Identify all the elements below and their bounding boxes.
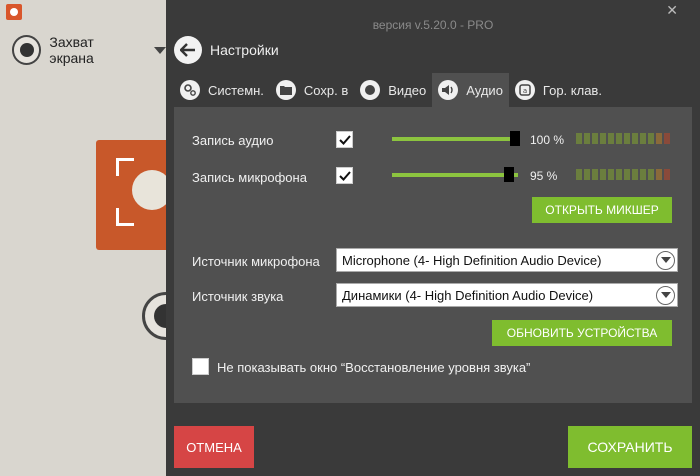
tab-system[interactable]: Системн. (174, 73, 270, 107)
record-audio-checkbox[interactable] (336, 131, 353, 148)
hide-restore-checkbox[interactable] (192, 358, 209, 375)
mic-source-label: Источник микрофона (192, 254, 320, 269)
version-label: версия v.5.20.0 - PRO (372, 18, 494, 32)
capture-mode-label: Захват экрана (49, 34, 94, 66)
record-mic-volume-slider[interactable] (392, 167, 518, 182)
tab-label: Системн. (208, 82, 264, 98)
gear-icon (180, 80, 200, 100)
checkmark-icon (339, 171, 351, 181)
tab-save-to[interactable]: Сохр. в (270, 73, 354, 107)
dialog-header: Настройки (174, 36, 279, 64)
refresh-devices-button[interactable]: ОБНОВИТЬ УСТРОЙСТВА (492, 320, 672, 346)
mic-source-select[interactable]: Microphone (4- High Definition Audio Dev… (336, 248, 678, 272)
record-mic-checkbox[interactable] (336, 167, 353, 184)
audio-settings-panel: Запись аудио 100 % Запись микрофона 95 %… (174, 107, 692, 403)
tab-hotkeys[interactable]: a Гор. клав. (509, 73, 608, 107)
cancel-button[interactable]: ОТМЕНА (174, 426, 254, 468)
speaker-icon (438, 80, 459, 100)
record-icon (12, 35, 42, 65)
settings-dialog: версия v.5.20.0 - PRO ✕ Настройки Систем… (166, 0, 700, 476)
hotkey-icon: a (514, 80, 535, 100)
folder-icon (275, 80, 296, 100)
hide-restore-label: Не показывать окно “Восстановление уровн… (217, 360, 531, 375)
sound-source-select[interactable]: Динамики (4- High Definition Audio Devic… (336, 283, 678, 307)
sound-source-label: Источник звука (192, 289, 284, 304)
record-audio-label: Запись аудио (192, 133, 274, 148)
record-mic-label: Запись микрофона (192, 170, 307, 185)
sound-source-value: Динамики (4- High Definition Audio Devic… (342, 287, 594, 303)
record-mic-level-meter (576, 169, 670, 180)
record-audio-volume-slider[interactable] (392, 131, 520, 146)
tab-label: Гор. клав. (542, 82, 602, 98)
tab-bar: Системн. Сохр. в Видео Аудио a Гор. клав… (174, 73, 608, 107)
tab-label: Видео (388, 82, 427, 98)
save-button[interactable]: СОХРАНИТЬ (568, 426, 692, 468)
mic-source-value: Microphone (4- High Definition Audio Dev… (342, 252, 602, 268)
record-audio-volume-value: 100 % (530, 133, 565, 147)
record-audio-level-meter (576, 133, 670, 144)
record-icon (360, 80, 381, 100)
back-button[interactable] (174, 36, 202, 64)
tab-video[interactable]: Видео (354, 73, 432, 107)
checkmark-icon (339, 135, 351, 145)
chevron-down-icon (656, 251, 675, 270)
tab-label: Сохр. в (303, 82, 349, 98)
record-button[interactable] (142, 292, 166, 340)
page-title: Настройки (210, 42, 279, 58)
record-mic-volume-value: 95 % (530, 169, 558, 183)
capture-mode-selector[interactable]: Захват экрана (12, 34, 166, 66)
tab-label: Аудио (466, 82, 503, 98)
app-logo-icon (6, 4, 22, 20)
slider-handle[interactable] (510, 131, 520, 146)
arrow-left-icon (180, 43, 195, 57)
chevron-down-icon (656, 286, 675, 305)
open-mixer-button[interactable]: ОТКРЫТЬ МИКШЕР (532, 197, 672, 223)
background-app: Захват экрана (0, 0, 166, 476)
chevron-down-icon (154, 46, 166, 54)
capture-logo-icon (96, 140, 166, 250)
slider-handle[interactable] (504, 167, 514, 182)
tab-audio[interactable]: Аудио (432, 73, 509, 107)
close-icon[interactable]: ✕ (666, 2, 678, 19)
svg-text:a: a (523, 87, 527, 95)
